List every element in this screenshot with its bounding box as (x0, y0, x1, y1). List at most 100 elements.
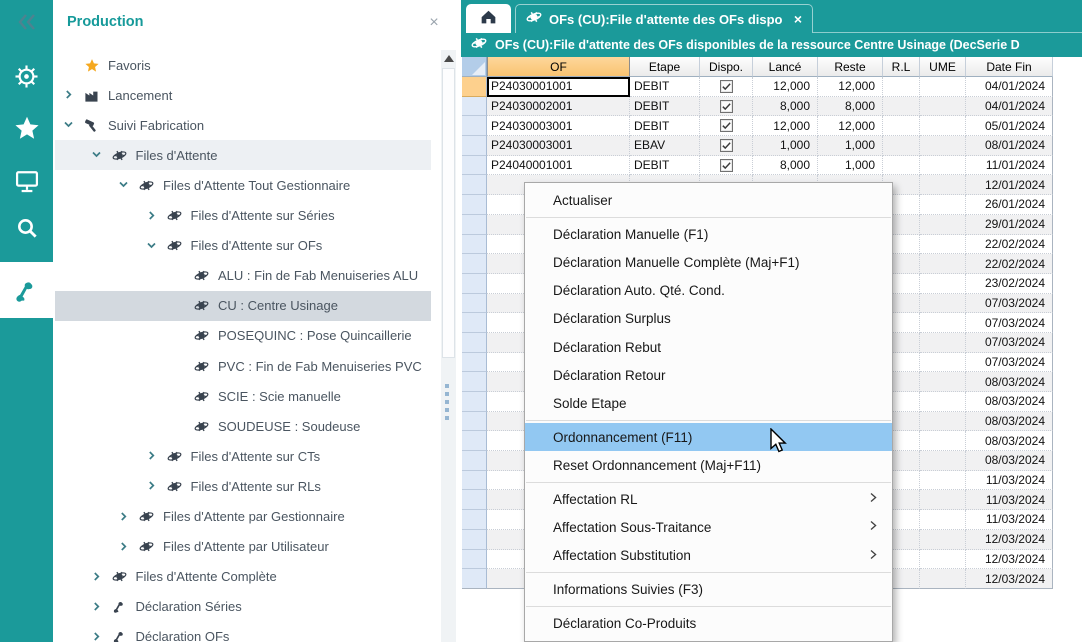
chevron-down-icon[interactable] (62, 118, 76, 132)
cell-etape[interactable]: DEBIT (630, 77, 700, 97)
cell-ume[interactable] (920, 274, 966, 294)
column-header-r-l[interactable]: R.L (883, 57, 920, 77)
cell-date[interactable]: 26/01/2024 (966, 195, 1053, 215)
cell-rl[interactable] (883, 136, 920, 156)
dispo-checkbox[interactable] (720, 80, 733, 93)
row-selector-gutter[interactable] (462, 77, 487, 97)
row-selector-gutter[interactable] (462, 431, 487, 451)
row-selector-gutter[interactable] (462, 412, 487, 432)
row-selector-gutter[interactable] (462, 136, 487, 156)
cell-date[interactable]: 29/01/2024 (966, 215, 1053, 235)
column-header-lanc[interactable]: Lancé (753, 57, 818, 77)
tree-item-suivi-fabrication[interactable]: Suivi Fabrication (55, 110, 431, 140)
menu-item-affectation-rl[interactable]: Affectation RL (525, 485, 892, 513)
tree-item-posequinc-pose-quincaillerie[interactable]: POSEQUINC : Pose Quincaillerie (55, 321, 431, 351)
tree-item-cu-centre-usinage[interactable]: CU : Centre Usinage (55, 291, 431, 321)
cell-date[interactable]: 08/03/2024 (966, 451, 1053, 471)
row-selector-gutter[interactable] (462, 313, 487, 333)
cell-ume[interactable] (920, 392, 966, 412)
cell-date[interactable]: 04/01/2024 (966, 77, 1053, 97)
tree-item-lancement[interactable]: Lancement (55, 80, 431, 110)
chevron-down-icon[interactable] (117, 178, 131, 192)
tree-item-files-d-attente-sur-rls[interactable]: Files d'Attente sur RLs (55, 471, 431, 501)
cell-lance[interactable]: 8,000 (753, 97, 818, 117)
dispo-checkbox[interactable] (720, 159, 733, 172)
helm-icon[interactable] (0, 50, 53, 102)
row-selector-gutter[interactable] (462, 235, 487, 255)
menu-item-d-claration-co-produits[interactable]: Déclaration Co-Produits (525, 609, 892, 637)
row-selector-gutter[interactable] (462, 175, 487, 195)
menu-item-affectation-substitution[interactable]: Affectation Substitution (525, 542, 892, 570)
tab-close-icon[interactable]: × (794, 11, 802, 27)
cell-of[interactable]: P24030001001 (487, 77, 630, 97)
cell-date[interactable]: 08/01/2024 (966, 136, 1053, 156)
chevron-right-icon[interactable] (90, 600, 104, 614)
row-selector-gutter[interactable] (462, 550, 487, 570)
cell-ume[interactable] (920, 156, 966, 176)
cell-etape[interactable]: DEBIT (630, 97, 700, 117)
cell-ume[interactable] (920, 215, 966, 235)
cell-date[interactable]: 04/01/2024 (966, 97, 1053, 117)
tree-item-scie-scie-manuelle[interactable]: SCIE : Scie manuelle (55, 381, 431, 411)
cell-ume[interactable] (920, 550, 966, 570)
select-all-corner[interactable] (462, 57, 487, 77)
menu-item-d-claration-surplus[interactable]: Déclaration Surplus (525, 305, 892, 333)
tree-item-files-d-attente-sur-s-ries[interactable]: Files d'Attente sur Séries (55, 201, 431, 231)
chevron-right-icon[interactable] (90, 630, 104, 642)
row-selector-gutter[interactable] (462, 274, 487, 294)
column-header-reste[interactable]: Reste (818, 57, 883, 77)
cell-lance[interactable]: 12,000 (753, 116, 818, 136)
cell-ume[interactable] (920, 195, 966, 215)
row-selector-gutter[interactable] (462, 254, 487, 274)
cell-ume[interactable] (920, 530, 966, 550)
cell-date[interactable]: 12/03/2024 (966, 550, 1053, 570)
chevron-down-icon[interactable] (145, 239, 159, 253)
cell-date[interactable]: 23/02/2024 (966, 274, 1053, 294)
menu-item-solde-etape[interactable]: Solde Etape (525, 389, 892, 417)
cell-etape[interactable]: DEBIT (630, 116, 700, 136)
cell-dispo[interactable] (700, 156, 753, 176)
cell-rl[interactable] (883, 97, 920, 117)
cell-dispo[interactable] (700, 136, 753, 156)
tree-item-files-d-attente-par-utilisateur[interactable]: Files d'Attente par Utilisateur (55, 532, 431, 562)
row-selector-gutter[interactable] (462, 116, 487, 136)
tree-item-files-d-attente[interactable]: Files d'Attente (55, 140, 431, 170)
menu-item-ordonnancement-f11[interactable]: Ordonnancement (F11) (525, 423, 892, 451)
cell-date[interactable]: 07/03/2024 (966, 313, 1053, 333)
cell-date[interactable]: 22/02/2024 (966, 235, 1053, 255)
cell-date[interactable]: 12/03/2024 (966, 530, 1053, 550)
menu-item-informations-suivies-f3[interactable]: Informations Suivies (F3) (525, 575, 892, 603)
cell-etape[interactable]: DEBIT (630, 156, 700, 176)
menu-item-d-claration-rebut[interactable]: Déclaration Rebut (525, 333, 892, 361)
row-selector-gutter[interactable] (462, 156, 487, 176)
row-selector-gutter[interactable] (462, 392, 487, 412)
menu-item-d-claration-retour[interactable]: Déclaration Retour (525, 361, 892, 389)
cell-of[interactable]: P24030002001 (487, 97, 630, 117)
robot-arm-icon[interactable] (0, 262, 53, 318)
panel-splitter-handle[interactable] (443, 384, 451, 420)
column-header-etape[interactable]: Etape (630, 57, 700, 77)
tree-scrollbar[interactable] (441, 50, 456, 642)
row-selector-gutter[interactable] (462, 510, 487, 530)
menu-item-d-claration-manuelle-compl-te-maj-f1[interactable]: Déclaration Manuelle Complète (Maj+F1) (525, 248, 892, 276)
row-selector-gutter[interactable] (462, 294, 487, 314)
chevron-down-icon[interactable] (90, 148, 104, 162)
cell-dispo[interactable] (700, 77, 753, 97)
cell-date[interactable]: 07/03/2024 (966, 333, 1053, 353)
menu-item-d-claration-manuelle-f1[interactable]: Déclaration Manuelle (F1) (525, 220, 892, 248)
chevron-right-icon[interactable] (145, 479, 159, 493)
row-selector-gutter[interactable] (462, 353, 487, 373)
scrollbar-thumb[interactable] (442, 68, 455, 358)
chevron-right-icon[interactable] (145, 209, 159, 223)
cell-date[interactable]: 08/03/2024 (966, 392, 1053, 412)
cell-date[interactable]: 07/03/2024 (966, 294, 1053, 314)
menu-item-reset-ordonnancement-maj-f11[interactable]: Reset Ordonnancement (Maj+F11) (525, 451, 892, 479)
tree-item-d-claration-s-ries[interactable]: Déclaration Séries (55, 592, 431, 622)
tree-item-files-d-attente-tout-gestionnaire[interactable]: Files d'Attente Tout Gestionnaire (55, 170, 431, 200)
cell-reste[interactable]: 8,000 (818, 97, 883, 117)
cell-lance[interactable]: 1,000 (753, 136, 818, 156)
row-selector-gutter[interactable] (462, 195, 487, 215)
cell-ume[interactable] (920, 77, 966, 97)
cell-ume[interactable] (920, 431, 966, 451)
cell-reste[interactable]: 12,000 (818, 77, 883, 97)
